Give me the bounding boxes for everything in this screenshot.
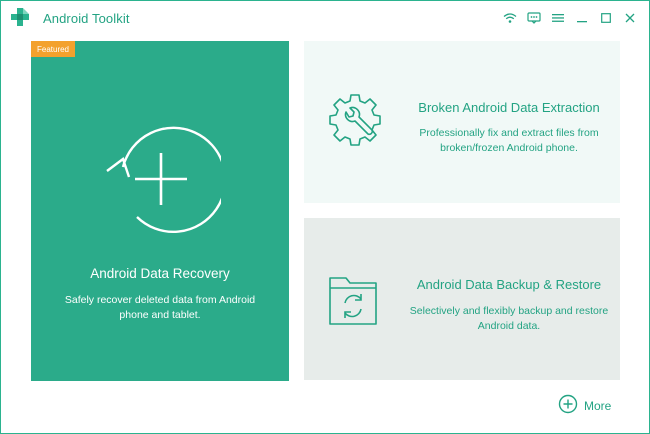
app-window: Android Toolkit Featured Android Data Re… xyxy=(0,0,650,434)
extraction-title: Broken Android Data Extraction xyxy=(418,100,600,115)
recover-plus-icon xyxy=(101,119,227,239)
extraction-description: Professionally fix and extract files fro… xyxy=(419,127,599,154)
minimize-icon[interactable] xyxy=(575,11,589,25)
menu-icon[interactable] xyxy=(551,11,565,25)
broken-android-data-extraction-card[interactable]: Broken Android Data Extraction Professio… xyxy=(304,41,620,203)
more-button[interactable]: More xyxy=(558,394,612,419)
plus-circle-icon xyxy=(558,394,578,419)
close-icon[interactable] xyxy=(623,11,637,25)
recovery-title: Android Data Recovery xyxy=(90,266,230,281)
window-controls xyxy=(503,11,637,25)
more-label: More xyxy=(584,399,612,413)
android-data-recovery-card[interactable]: Featured Android Data Recovery Safely re… xyxy=(31,41,289,381)
wifi-icon[interactable] xyxy=(503,11,517,25)
folder-sync-icon xyxy=(324,270,386,332)
android-data-backup-restore-card[interactable]: Android Data Backup & Restore Selectivel… xyxy=(304,218,620,380)
app-logo-icon xyxy=(10,7,30,27)
featured-badge: Featured xyxy=(31,41,75,57)
app-title: Android Toolkit xyxy=(43,11,130,26)
backup-description: Selectively and flexibly backup and rest… xyxy=(409,305,609,332)
feedback-icon[interactable] xyxy=(527,11,541,25)
gear-wrench-icon xyxy=(324,90,386,152)
backup-title: Android Data Backup & Restore xyxy=(416,277,602,292)
title-bar: Android Toolkit xyxy=(1,1,649,35)
maximize-icon[interactable] xyxy=(599,11,613,25)
recovery-description: Safely recover deleted data from Android… xyxy=(64,294,256,321)
